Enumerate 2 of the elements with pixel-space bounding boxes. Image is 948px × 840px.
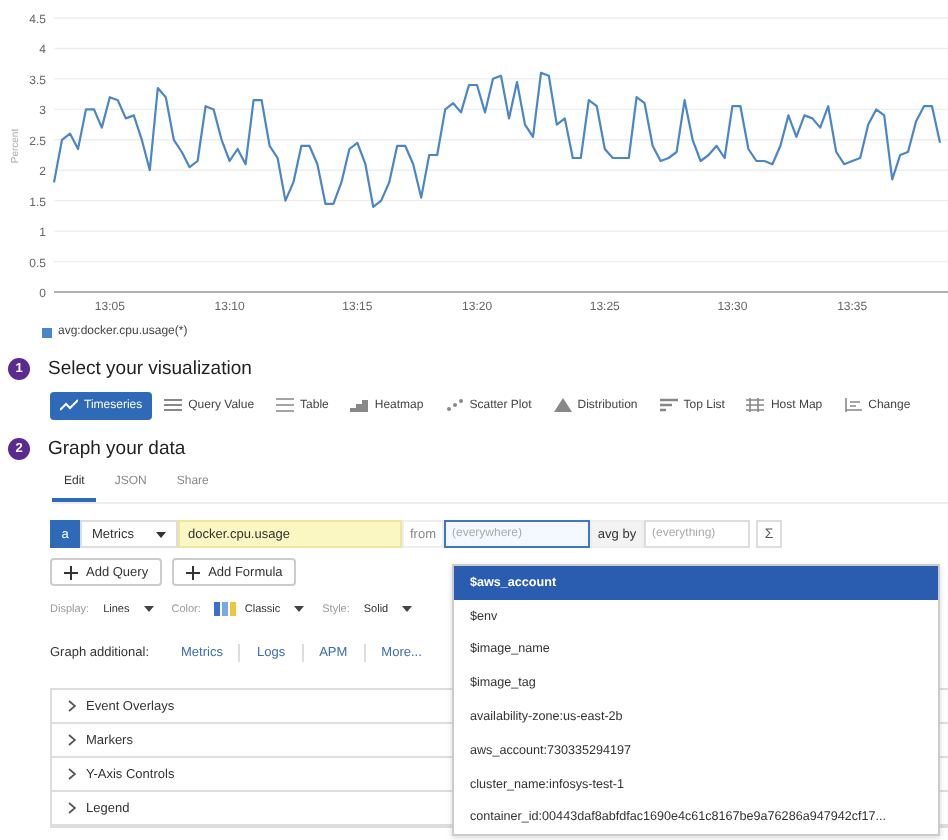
- step-title: Select your visualization: [48, 358, 252, 380]
- step-title: Graph your data: [48, 438, 186, 460]
